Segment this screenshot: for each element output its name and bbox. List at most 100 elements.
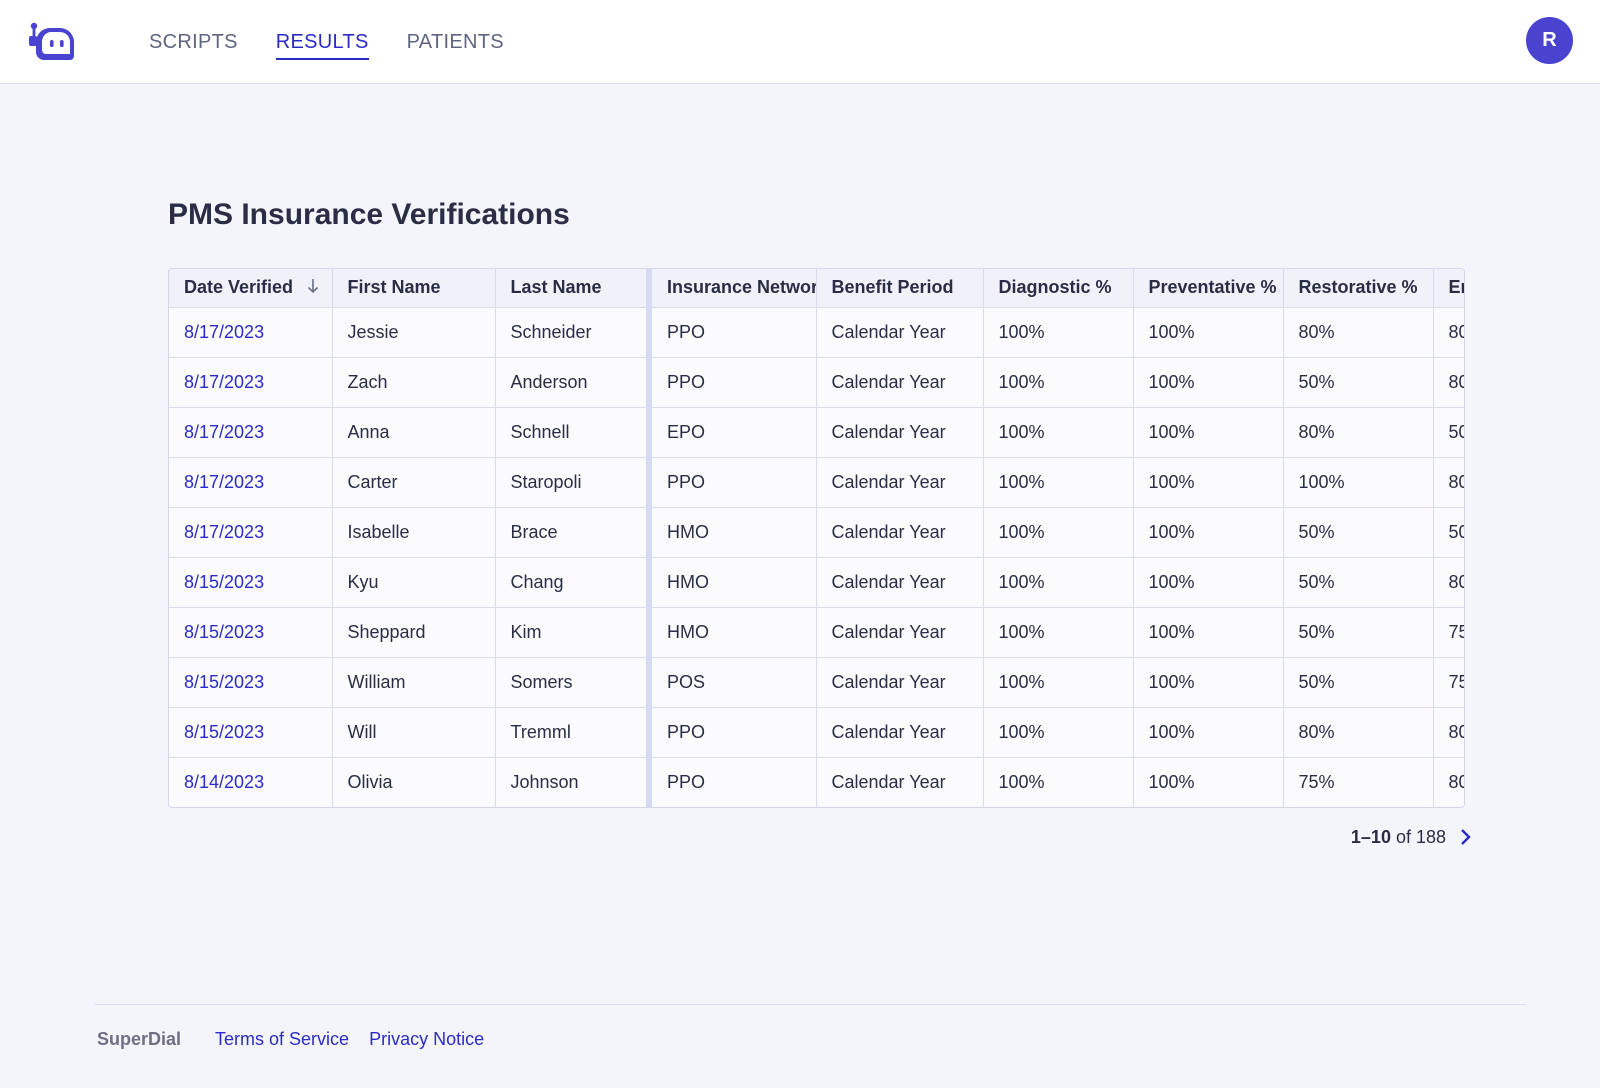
column-header-last-name[interactable]: Last Name xyxy=(495,269,652,308)
cell-last-name: Anderson xyxy=(495,357,652,408)
tab-patients[interactable]: PATIENTS xyxy=(407,0,504,84)
table-row[interactable]: 8/15/2023 Kyu Chang HMO Calendar Year 100% 100… xyxy=(169,557,1464,608)
column-header-date-verified[interactable]: Date Verified xyxy=(169,269,333,308)
table-row[interactable]: 8/17/2023 Anna Schnell EPO Calendar Year 100%… xyxy=(169,407,1464,458)
date-verified-link[interactable]: 8/17/2023 xyxy=(184,322,264,342)
column-header-benefit-period[interactable]: Benefit Period xyxy=(816,269,984,308)
cell-last-name: Schnell xyxy=(495,407,652,458)
top-navigation-bar: SCRIPTS RESULTS PATIENTS R xyxy=(0,0,1600,84)
main-nav: SCRIPTS RESULTS PATIENTS xyxy=(149,0,542,84)
page-title: PMS Insurance Verifications xyxy=(168,198,570,231)
cell-benefit-period: Calendar Year xyxy=(816,507,984,558)
date-verified-link[interactable]: 8/17/2023 xyxy=(184,422,264,442)
cell-restorative: 80% xyxy=(1283,707,1434,758)
table-row[interactable]: 8/15/2023 Will Tremml PPO Calendar Year 100% 1… xyxy=(169,707,1464,758)
table-row[interactable]: 8/15/2023 Sheppard Kim HMO Calendar Year 100%… xyxy=(169,607,1464,658)
cell-date-verified[interactable]: 8/15/2023 xyxy=(169,707,333,758)
cell-diagnostic: 100% xyxy=(983,557,1134,608)
arrow-down-icon[interactable] xyxy=(307,278,319,299)
cell-diagnostic: 100% xyxy=(983,757,1134,807)
robot-logo-icon[interactable] xyxy=(28,22,78,64)
cell-date-verified[interactable]: 8/15/2023 xyxy=(169,607,333,658)
cell-first-name: Will xyxy=(332,707,496,758)
column-header-restorative[interactable]: Restorative % xyxy=(1283,269,1434,308)
cell-date-verified[interactable]: 8/15/2023 xyxy=(169,557,333,608)
cell-preventative: 100% xyxy=(1133,557,1284,608)
cell-endodontics: 80% xyxy=(1433,707,1464,758)
date-verified-link[interactable]: 8/17/2023 xyxy=(184,522,264,542)
cell-diagnostic: 100% xyxy=(983,457,1134,508)
cell-first-name: Sheppard xyxy=(332,607,496,658)
cell-date-verified[interactable]: 8/17/2023 xyxy=(169,307,333,358)
table-row[interactable]: 8/14/2023 Olivia Johnson PPO Calendar Year 10… xyxy=(169,757,1464,807)
cell-diagnostic: 100% xyxy=(983,357,1134,408)
cell-date-verified[interactable]: 8/17/2023 xyxy=(169,357,333,408)
cell-first-name: Isabelle xyxy=(332,507,496,558)
cell-date-verified[interactable]: 8/15/2023 xyxy=(169,657,333,708)
tab-results[interactable]: RESULTS xyxy=(275,0,369,84)
cell-preventative: 100% xyxy=(1133,457,1284,508)
chevron-right-icon[interactable] xyxy=(1458,828,1472,846)
cell-insurance-network: PPO xyxy=(649,707,817,758)
footer-divider xyxy=(95,1004,1526,1005)
date-verified-link[interactable]: 8/15/2023 xyxy=(184,572,264,592)
column-header-preventative[interactable]: Preventative % xyxy=(1133,269,1284,308)
table-row[interactable]: 8/17/2023 Isabelle Brace HMO Calendar Year 10… xyxy=(169,507,1464,558)
cell-first-name: Jessie xyxy=(332,307,496,358)
cell-endodontics: 50% xyxy=(1433,407,1464,458)
table-header-row: Date Verified First Name Last Name Insur… xyxy=(169,269,1464,308)
cell-insurance-network: EPO xyxy=(649,407,817,458)
verifications-table: Date Verified First Name Last Name Insur… xyxy=(169,269,1464,807)
date-verified-link[interactable]: 8/17/2023 xyxy=(184,372,264,392)
cell-insurance-network: HMO xyxy=(649,557,817,608)
cell-preventative: 100% xyxy=(1133,357,1284,408)
column-header-first-name[interactable]: First Name xyxy=(332,269,496,308)
column-header-endodontics[interactable]: Endodontics % xyxy=(1433,269,1464,308)
cell-preventative: 100% xyxy=(1133,507,1284,558)
date-verified-link[interactable]: 8/15/2023 xyxy=(184,672,264,692)
cell-benefit-period: Calendar Year xyxy=(816,307,984,358)
cell-restorative: 50% xyxy=(1283,607,1434,658)
pagination-range: 1–10 xyxy=(1350,826,1391,847)
cell-preventative: 100% xyxy=(1133,607,1284,658)
cell-date-verified[interactable]: 8/14/2023 xyxy=(169,757,333,807)
table-row[interactable]: 8/17/2023 Zach Anderson PPO Calendar Year 100… xyxy=(169,357,1464,408)
cell-endodontics: 75% xyxy=(1433,607,1464,658)
cell-benefit-period: Calendar Year xyxy=(816,557,984,608)
date-verified-link[interactable]: 8/14/2023 xyxy=(184,772,264,792)
user-avatar[interactable]: R xyxy=(1526,17,1573,64)
cell-date-verified[interactable]: 8/17/2023 xyxy=(169,407,333,458)
cell-preventative: 100% xyxy=(1133,707,1284,758)
cell-date-verified[interactable]: 8/17/2023 xyxy=(169,507,333,558)
cell-endodontics: 80% xyxy=(1433,457,1464,508)
cell-last-name: Kim xyxy=(495,607,652,658)
cell-endodontics: 75% xyxy=(1433,657,1464,708)
column-header-insurance-network[interactable]: Insurance Network xyxy=(649,269,817,308)
cell-date-verified[interactable]: 8/17/2023 xyxy=(169,457,333,508)
cell-restorative: 80% xyxy=(1283,307,1434,358)
cell-benefit-period: Calendar Year xyxy=(816,707,984,758)
cell-restorative: 50% xyxy=(1283,357,1434,408)
cell-benefit-period: Calendar Year xyxy=(816,757,984,807)
terms-of-service-link[interactable]: Terms of Service xyxy=(215,1029,349,1050)
cell-endodontics: 50% xyxy=(1433,507,1464,558)
date-verified-link[interactable]: 8/17/2023 xyxy=(184,472,264,492)
table-row[interactable]: 8/15/2023 William Somers POS Calendar Year 10… xyxy=(169,657,1464,708)
cell-restorative: 50% xyxy=(1283,657,1434,708)
cell-first-name: Zach xyxy=(332,357,496,408)
cell-last-name: Tremml xyxy=(495,707,652,758)
cell-restorative: 80% xyxy=(1283,407,1434,458)
date-verified-link[interactable]: 8/15/2023 xyxy=(184,722,264,742)
cell-first-name: Anna xyxy=(332,407,496,458)
table-row[interactable]: 8/17/2023 Carter Staropoli PPO Calendar Year… xyxy=(169,457,1464,508)
date-verified-link[interactable]: 8/15/2023 xyxy=(184,622,264,642)
tab-scripts[interactable]: SCRIPTS xyxy=(149,0,238,84)
privacy-notice-link[interactable]: Privacy Notice xyxy=(369,1029,484,1050)
verifications-table-container[interactable]: Date Verified First Name Last Name Insur… xyxy=(168,268,1465,808)
column-header-diagnostic[interactable]: Diagnostic % xyxy=(983,269,1134,308)
cell-first-name: Carter xyxy=(332,457,496,508)
cell-diagnostic: 100% xyxy=(983,507,1134,558)
pagination-total: of 188 xyxy=(1395,826,1446,847)
table-row[interactable]: 8/17/2023 Jessie Schneider PPO Calendar Year… xyxy=(169,307,1464,358)
cell-restorative: 50% xyxy=(1283,507,1434,558)
